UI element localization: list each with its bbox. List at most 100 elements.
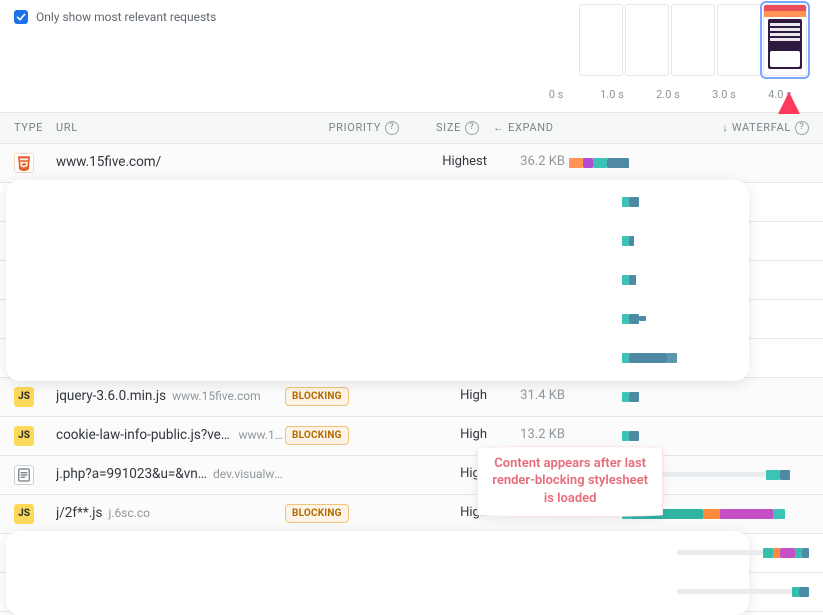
help-icon[interactable]: ? (465, 121, 479, 135)
request-table: Content appears after last render-blocki… (0, 144, 823, 612)
css-icon (14, 192, 34, 212)
table-row[interactable]: www.15five.com/Highest36.2 KB (0, 144, 823, 183)
request-host: www.15… (238, 428, 285, 444)
size-value: 4.93 KB (487, 271, 569, 288)
table-row[interactable]: assets/main-0a**.css www.15five.comBLOCKI… (0, 339, 823, 378)
blocking-badge: BLOCKING (285, 309, 349, 328)
filmstrip-frame[interactable] (579, 4, 623, 76)
table-row[interactable]: cookie-law-info-public.css?ver=… www.15…B… (0, 222, 823, 261)
request-host: www.15… (239, 272, 285, 288)
priority-value: High (415, 388, 487, 405)
doc-icon (14, 465, 34, 485)
request-url: dashicons.min.css?ver=6.7.1 (56, 310, 209, 328)
priority-value: Highest (415, 544, 487, 561)
blocking-badge: BLOCKING (285, 504, 349, 523)
waterfall-cell (569, 270, 809, 290)
request-host: www.15… (239, 233, 285, 249)
filmstrip-ticks: 0 s 1.0 s 2.0 s 3.0 s 4.0 s (539, 88, 797, 102)
priority-value: Highest (415, 193, 487, 210)
waterfall-cell (569, 543, 809, 563)
request-host: www.15five.c… (215, 311, 285, 327)
import-badge: @IMPORT (353, 543, 415, 562)
request-url: css2?family=Poppins:… (56, 583, 197, 601)
table-row[interactable]: j.php?a=991023&u=&vn=2.1&x=true dev.visua… (0, 456, 823, 495)
waterfall-cell (569, 192, 809, 212)
col-size-header[interactable]: SIZE? (399, 121, 479, 135)
table-row[interactable]: cookie-law-info-gdpr.css?ver=2… www.15…BL… (0, 261, 823, 300)
html-icon (14, 153, 34, 173)
css-icon (14, 543, 34, 563)
blocking-badge: BLOCKING (285, 270, 349, 289)
request-url: j/2f**.js (56, 505, 102, 523)
priority-value: Highest (415, 583, 487, 600)
filmstrip-frame[interactable] (671, 4, 715, 76)
waterfall-cell (569, 426, 809, 446)
request-host: dev.visualwebsite… (213, 467, 285, 483)
size-value: 814 B (487, 544, 569, 561)
request-host: www.15five.com (192, 350, 281, 366)
request-url: assets/main-0a**.css (56, 349, 186, 367)
request-url: jquery-3.6.0.min.js (56, 388, 166, 406)
blocking-badge: BLOCKING (285, 426, 349, 445)
expand-button[interactable]: ← EXPAND (479, 121, 569, 135)
filmstrip (579, 4, 807, 76)
table-row[interactable]: style.min.css?ver=6.7.1www.15five.comBLO… (0, 183, 823, 222)
priority-value: Highest (415, 271, 487, 288)
table-row[interactable]: JS jquery-3.6.0.min.js www.15five.com BLOCK… (0, 378, 823, 417)
css-icon (14, 270, 34, 290)
waterfall-cell (569, 348, 809, 368)
help-icon[interactable]: ? (795, 121, 809, 135)
size-value: 15.2 KB (487, 193, 569, 210)
col-type-header[interactable]: TYPE (14, 121, 56, 135)
checkbox-label: Only show most relevant requests (36, 10, 216, 26)
size-value: 56.1 KB (487, 349, 569, 366)
filmstrip-frame-selected[interactable] (763, 4, 807, 76)
priority-value: Highest (415, 154, 487, 171)
size-value: 36.2 KB (487, 154, 569, 171)
blocking-badge: BLOCKING (285, 543, 349, 562)
priority-value: Highest (415, 232, 487, 249)
filmstrip-frame[interactable] (717, 4, 761, 76)
request-url: css2?family=Quando&… (56, 544, 199, 562)
priority-value: Highest (415, 349, 487, 366)
css-icon (14, 231, 34, 251)
request-host: j.6sc.co (108, 506, 150, 522)
table-row[interactable]: css2?family=Quando&…fonts…BLOCKING@IMPOR… (0, 534, 823, 573)
checkbox-relevant-requests[interactable] (14, 10, 28, 24)
size-value: 34.5 KB (487, 310, 569, 327)
request-host: www.15five.com (172, 389, 261, 405)
request-host: www.15five.com (199, 194, 285, 210)
col-priority-header[interactable]: PRIORITY? (319, 121, 399, 135)
waterfall-cell (569, 231, 809, 251)
help-icon[interactable]: ? (385, 121, 399, 135)
request-url: cookie-law-info-public.js?ver=2… (56, 427, 232, 445)
request-url: www.15five.com/ (56, 154, 161, 172)
size-value: 2.20 KB (487, 232, 569, 249)
request-host: fonts… (203, 584, 239, 600)
table-header: TYPE URL PRIORITY? SIZE? ← EXPAND ↓ WATE… (0, 112, 823, 144)
table-row[interactable]: JSj/2f**.jsj.6sc.coBLOCKINGHigh926 B (0, 495, 823, 534)
js-icon: JS (14, 426, 34, 446)
filmstrip-frame[interactable] (625, 4, 669, 76)
request-url: j.php?a=991023&u=&vn=2.1&x=true (56, 466, 207, 484)
js-icon: JS (14, 387, 34, 407)
waterfall-cell (569, 387, 809, 407)
request-url: cookie-law-info-public.css?ver=… (56, 232, 233, 250)
priority-value: High (415, 466, 487, 483)
size-value: 13.2 KB (487, 427, 569, 444)
size-value: 31.4 KB (487, 388, 569, 405)
table-row[interactable]: css2?family=Poppins:…fonts…BLOCKING@IMPO… (0, 573, 823, 612)
col-waterfall-header[interactable]: ↓ WATERFAL? (569, 121, 809, 135)
table-row[interactable]: JS cookie-law-info-public.js?ver=2… www.15… (0, 417, 823, 456)
table-row[interactable]: dashicons.min.css?ver=6.7.1 www.15five.c…… (0, 300, 823, 339)
priority-value: High (415, 427, 487, 444)
priority-value: Highest (415, 310, 487, 327)
request-url: cookie-law-info-gdpr.css?ver=2… (56, 271, 233, 289)
waterfall-cell (569, 309, 809, 329)
col-url-header[interactable]: URL (56, 121, 319, 135)
blocking-badge: BLOCKING (285, 231, 349, 250)
blocking-badge: BLOCKING (285, 387, 349, 406)
blocking-badge: BLOCKING (285, 348, 349, 367)
size-value: 531 B (487, 583, 569, 600)
css-icon (14, 309, 34, 329)
